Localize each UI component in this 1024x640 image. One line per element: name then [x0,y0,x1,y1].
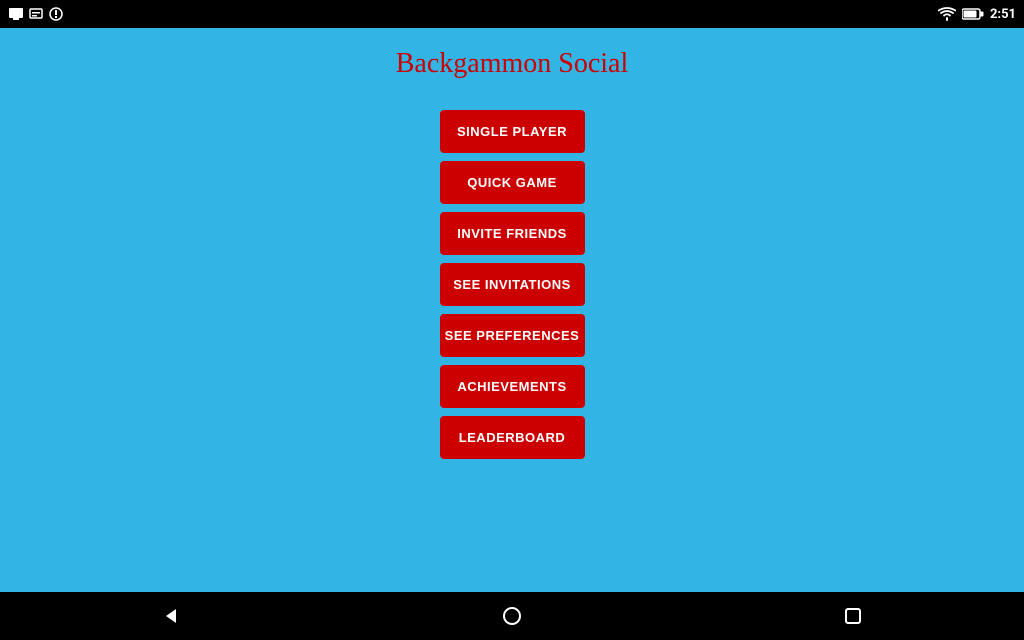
recents-button[interactable] [835,598,871,634]
nav-bar [0,592,1024,640]
quick-game-button[interactable]: QUICK GAME [440,161,585,204]
leaderboard-button[interactable]: LEADERBOARD [440,416,585,459]
single-player-button[interactable]: SINGLE PLAYER [440,110,585,153]
app-title: Backgammon Social [396,48,629,80]
home-icon [502,606,522,626]
home-button[interactable] [494,598,530,634]
battery-icon [962,7,984,21]
see-preferences-button[interactable]: SEE PREFERENCES [440,314,585,357]
wifi-icon [938,7,956,21]
invite-friends-button[interactable]: INVITE FRIENDS [440,212,585,255]
notification3-icon [48,6,64,22]
status-bar-right-icons: 2:51 [938,7,1016,22]
status-bar: 2:51 [0,0,1024,28]
notification2-icon [28,6,44,22]
time-display: 2:51 [990,7,1016,22]
recents-icon [844,607,862,625]
notification1-icon [8,6,24,22]
main-content: Backgammon Social SINGLE PLAYER QUICK GA… [0,28,1024,592]
status-bar-left-icons [8,6,64,22]
menu-buttons: SINGLE PLAYER QUICK GAME INVITE FRIENDS … [0,110,1024,459]
back-icon [161,606,181,626]
see-invitations-button[interactable]: SEE INVITATIONS [440,263,585,306]
back-button[interactable] [153,598,189,634]
achievements-button[interactable]: ACHIEVEMENTS [440,365,585,408]
